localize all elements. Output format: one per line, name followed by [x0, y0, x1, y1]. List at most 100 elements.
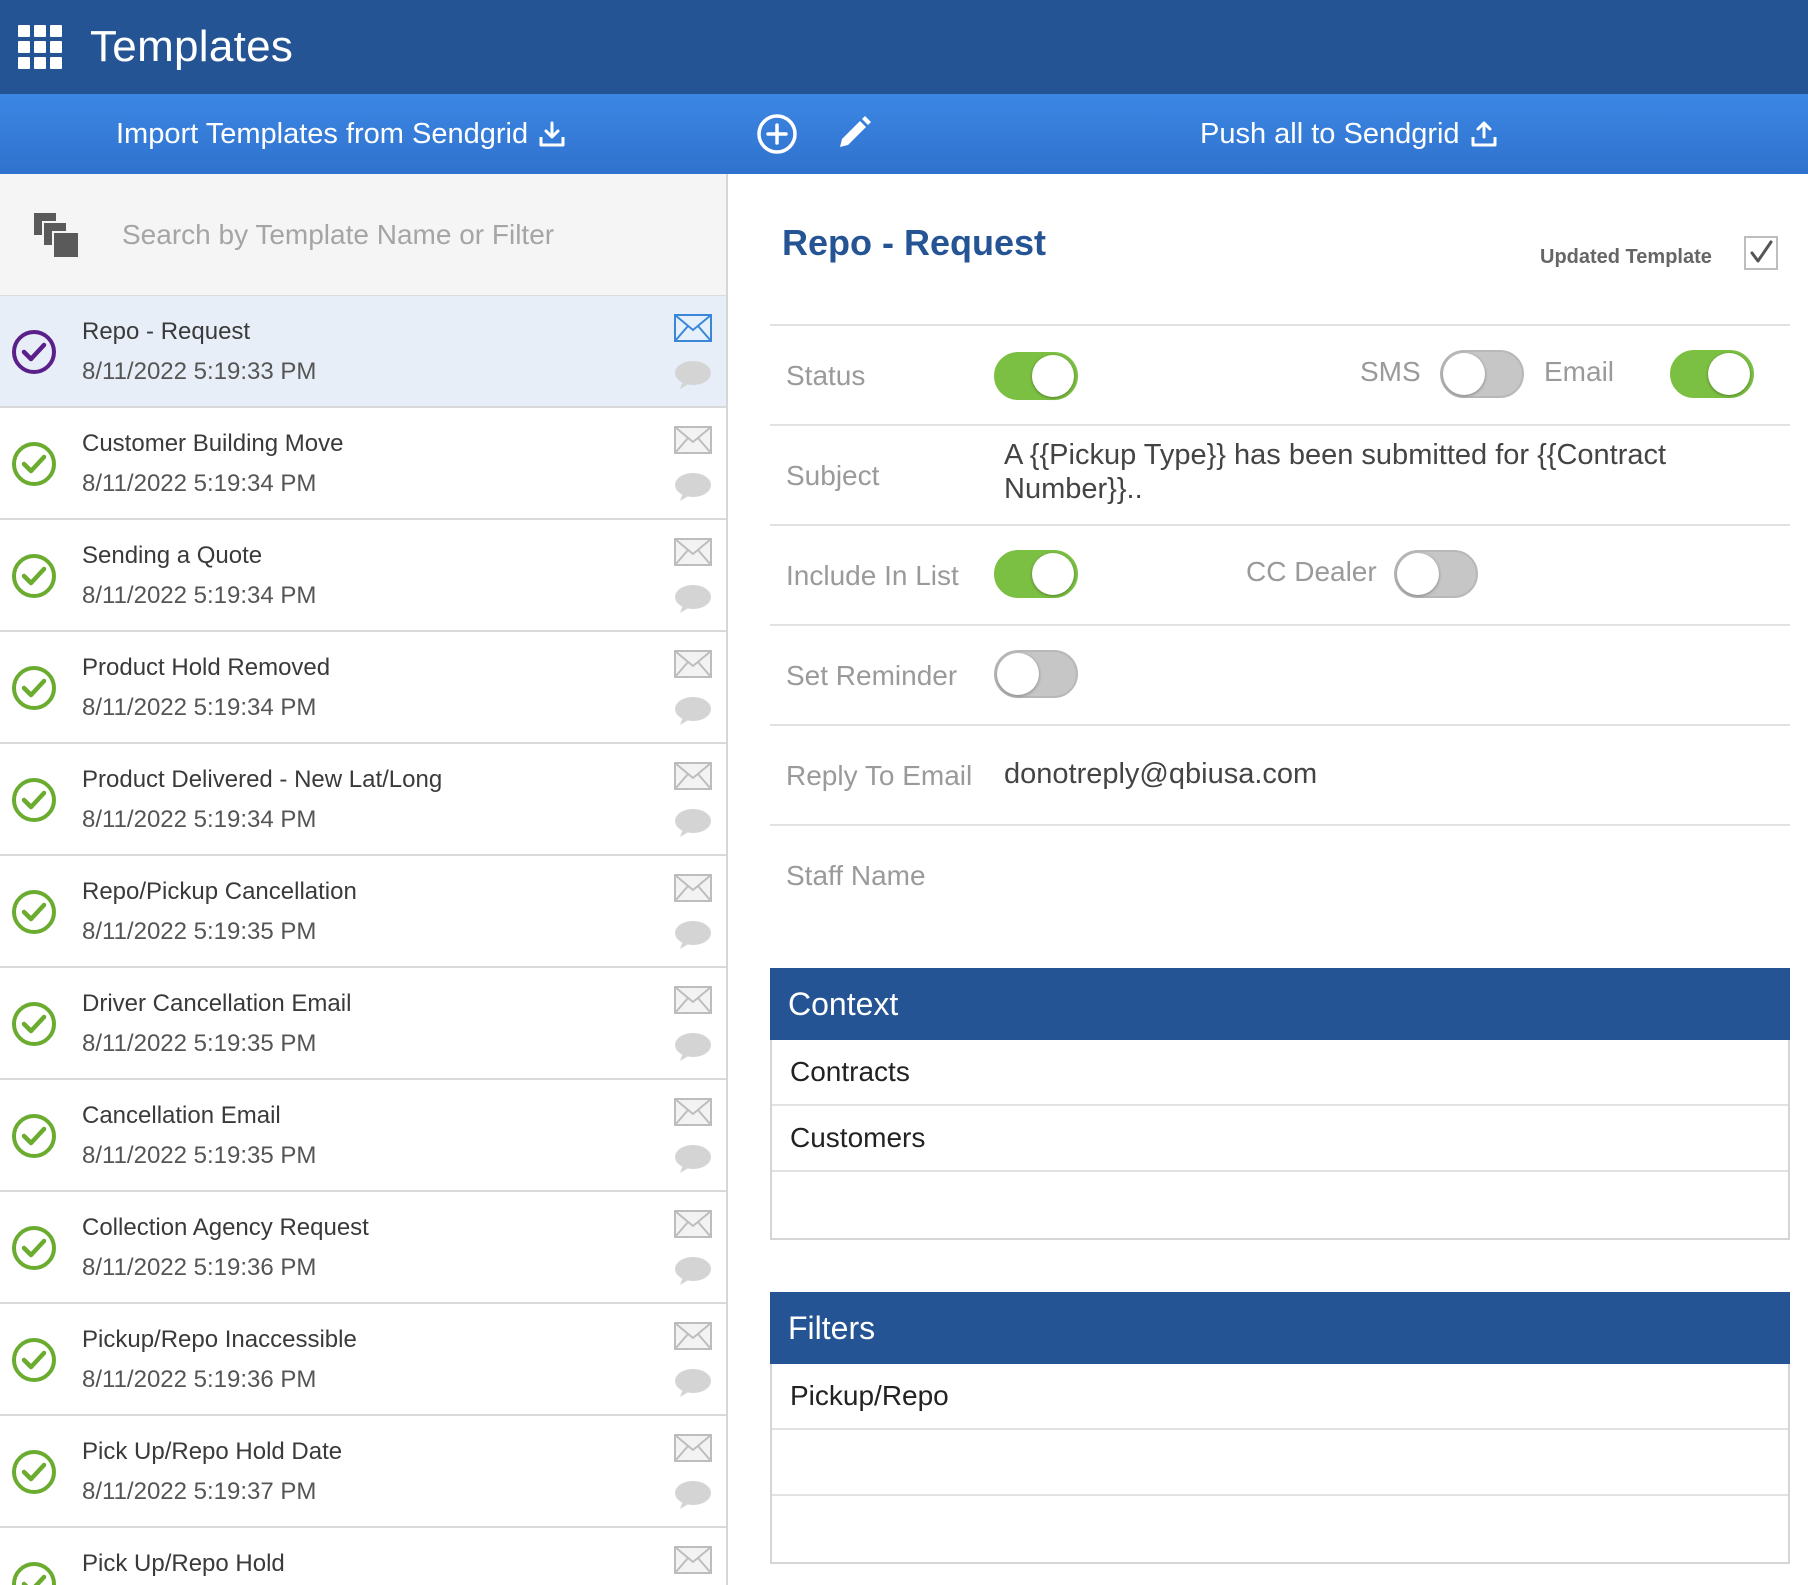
chat-bubble-icon[interactable] — [674, 1256, 712, 1286]
subject-label: Subject — [786, 460, 880, 491]
cc-dealer-toggle[interactable] — [1394, 550, 1478, 598]
template-name: Product Delivered - New Lat/Long — [82, 766, 443, 793]
search-input[interactable] — [122, 218, 682, 251]
pencil-icon — [840, 116, 871, 147]
import-templates-label: Import Templates from Sendgrid — [116, 117, 529, 150]
add-template-button[interactable] — [746, 94, 798, 174]
envelope-icon[interactable] — [674, 314, 712, 342]
template-list-item[interactable]: Customer Building Move 8/11/2022 5:19:34 … — [0, 408, 726, 520]
template-date: 8/11/2022 5:19:36 PM — [82, 1366, 317, 1393]
check-circle-icon — [12, 442, 56, 486]
reply-to-email-label: Reply To Email — [786, 760, 973, 791]
set-reminder-label: Set Reminder — [786, 660, 958, 691]
template-date: 8/11/2022 5:19:35 PM — [82, 1142, 317, 1169]
chat-bubble-icon[interactable] — [674, 584, 712, 614]
template-list-item[interactable]: Driver Cancellation Email 8/11/2022 5:19:… — [0, 968, 726, 1080]
envelope-icon[interactable] — [674, 986, 712, 1014]
template-name: Pickup/Repo Inaccessible — [82, 1326, 357, 1353]
cc-dealer-label: CC Dealer — [1246, 556, 1377, 587]
template-date: 8/11/2022 5:19:37 PM — [82, 1478, 317, 1505]
email-toggle[interactable] — [1670, 350, 1754, 398]
template-date: 8/11/2022 5:19:34 PM — [82, 806, 317, 833]
sms-label: SMS — [1360, 356, 1421, 387]
set-reminder-row: Set Reminder — [770, 624, 1790, 724]
chat-bubble-icon[interactable] — [674, 472, 712, 502]
context-panel: Context Contracts Customers — [770, 968, 1790, 1240]
template-name: Pick Up/Repo Hold Date — [82, 1438, 343, 1465]
subject-value[interactable]: A {{Pickup Type}} has been submitted for… — [1004, 438, 1724, 506]
chat-bubble-icon[interactable] — [674, 1480, 712, 1510]
check-circle-icon — [12, 330, 56, 374]
sms-toggle[interactable] — [1440, 350, 1524, 398]
template-name: Collection Agency Request — [82, 1214, 369, 1241]
context-item[interactable]: Contracts — [772, 1040, 1788, 1106]
chat-bubble-icon[interactable] — [674, 1368, 712, 1398]
template-list-item[interactable]: Pick Up/Repo Hold Date 8/11/2022 5:19:37 … — [0, 1416, 726, 1528]
envelope-icon[interactable] — [674, 1546, 712, 1574]
chat-bubble-icon[interactable] — [674, 1032, 712, 1062]
filter-item[interactable]: Pickup/Repo — [772, 1364, 1788, 1430]
envelope-icon[interactable] — [674, 762, 712, 790]
envelope-icon[interactable] — [674, 874, 712, 902]
template-list-pane: Repo - Request 8/11/2022 5:19:33 PM Custom… — [0, 174, 728, 1585]
template-list-item[interactable]: Sending a Quote 8/11/2022 5:19:34 PM — [0, 520, 726, 632]
template-list-item[interactable]: Pick Up/Repo Hold — [0, 1528, 726, 1585]
import-templates-button[interactable]: Import Templates from Sendgrid — [116, 94, 566, 174]
template-name: Customer Building Move — [82, 430, 344, 457]
push-all-button[interactable]: Push all to Sendgrid — [1200, 94, 1498, 174]
envelope-icon[interactable] — [674, 650, 712, 678]
template-name: Pick Up/Repo Hold — [82, 1550, 285, 1577]
search-bar — [0, 174, 726, 296]
template-name: Product Hold Removed — [82, 654, 331, 681]
template-list-item[interactable]: Product Delivered - New Lat/Long 8/11/202… — [0, 744, 726, 856]
chat-bubble-icon[interactable] — [674, 1144, 712, 1174]
template-date: 8/11/2022 5:19:34 PM — [82, 470, 317, 497]
chat-bubble-icon[interactable] — [674, 360, 712, 390]
template-name: Sending a Quote — [82, 542, 263, 569]
template-list-item[interactable]: Repo - Request 8/11/2022 5:19:33 PM — [0, 296, 726, 408]
envelope-icon[interactable] — [674, 1434, 712, 1462]
staff-name-row: Staff Name — [770, 824, 1790, 924]
chat-bubble-icon[interactable] — [674, 696, 712, 726]
check-circle-icon — [12, 1226, 56, 1270]
checkmark-icon — [1750, 240, 1773, 263]
include-in-list-row: Include In List CC Dealer — [770, 524, 1790, 624]
copy-icon[interactable] — [32, 211, 88, 259]
context-item[interactable] — [772, 1172, 1788, 1238]
envelope-icon[interactable] — [674, 1210, 712, 1238]
include-in-list-toggle[interactable] — [994, 550, 1078, 598]
include-in-list-label: Include In List — [786, 560, 959, 591]
check-circle-icon — [12, 778, 56, 822]
reply-to-email-value[interactable]: donotreply@qbiusa.com — [1004, 758, 1317, 791]
toolbar: Import Templates from Sendgrid Push all … — [0, 94, 1808, 174]
template-list-item[interactable]: Pickup/Repo Inaccessible 8/11/2022 5:19:3… — [0, 1304, 726, 1416]
updated-template-checkbox[interactable] — [1744, 236, 1778, 270]
envelope-icon[interactable] — [674, 538, 712, 566]
edit-template-button[interactable] — [822, 94, 874, 174]
updated-template-label: Updated Template — [1540, 246, 1712, 268]
template-list-item[interactable]: Product Hold Removed 8/11/2022 5:19:34 PM — [0, 632, 726, 744]
app-header: Templates — [0, 0, 1808, 94]
app-launcher-icon[interactable] — [18, 25, 62, 69]
check-circle-icon — [12, 1114, 56, 1158]
template-date: 8/11/2022 5:19:35 PM — [82, 1030, 317, 1057]
context-item[interactable]: Customers — [772, 1106, 1788, 1172]
email-label: Email — [1544, 356, 1615, 387]
template-date: 8/11/2022 5:19:34 PM — [82, 694, 317, 721]
template-list-item[interactable]: Repo/Pickup Cancellation 8/11/2022 5:19:3… — [0, 856, 726, 968]
filter-item[interactable] — [772, 1430, 1788, 1496]
filter-item[interactable] — [772, 1496, 1788, 1562]
set-reminder-toggle[interactable] — [994, 650, 1078, 698]
envelope-icon[interactable] — [674, 1098, 712, 1126]
app-title: Templates — [90, 22, 294, 71]
chat-bubble-icon[interactable] — [674, 920, 712, 950]
chat-bubble-icon[interactable] — [674, 808, 712, 838]
envelope-icon[interactable] — [674, 1322, 712, 1350]
template-name: Repo/Pickup Cancellation — [82, 878, 357, 905]
template-date: 8/11/2022 5:19:33 PM — [82, 358, 317, 385]
envelope-icon[interactable] — [674, 426, 712, 454]
status-toggle[interactable] — [994, 352, 1078, 400]
check-circle-icon — [12, 1450, 56, 1494]
template-list-item[interactable]: Collection Agency Request 8/11/2022 5:19:… — [0, 1192, 726, 1304]
template-list-item[interactable]: Cancellation Email 8/11/2022 5:19:35 PM — [0, 1080, 726, 1192]
